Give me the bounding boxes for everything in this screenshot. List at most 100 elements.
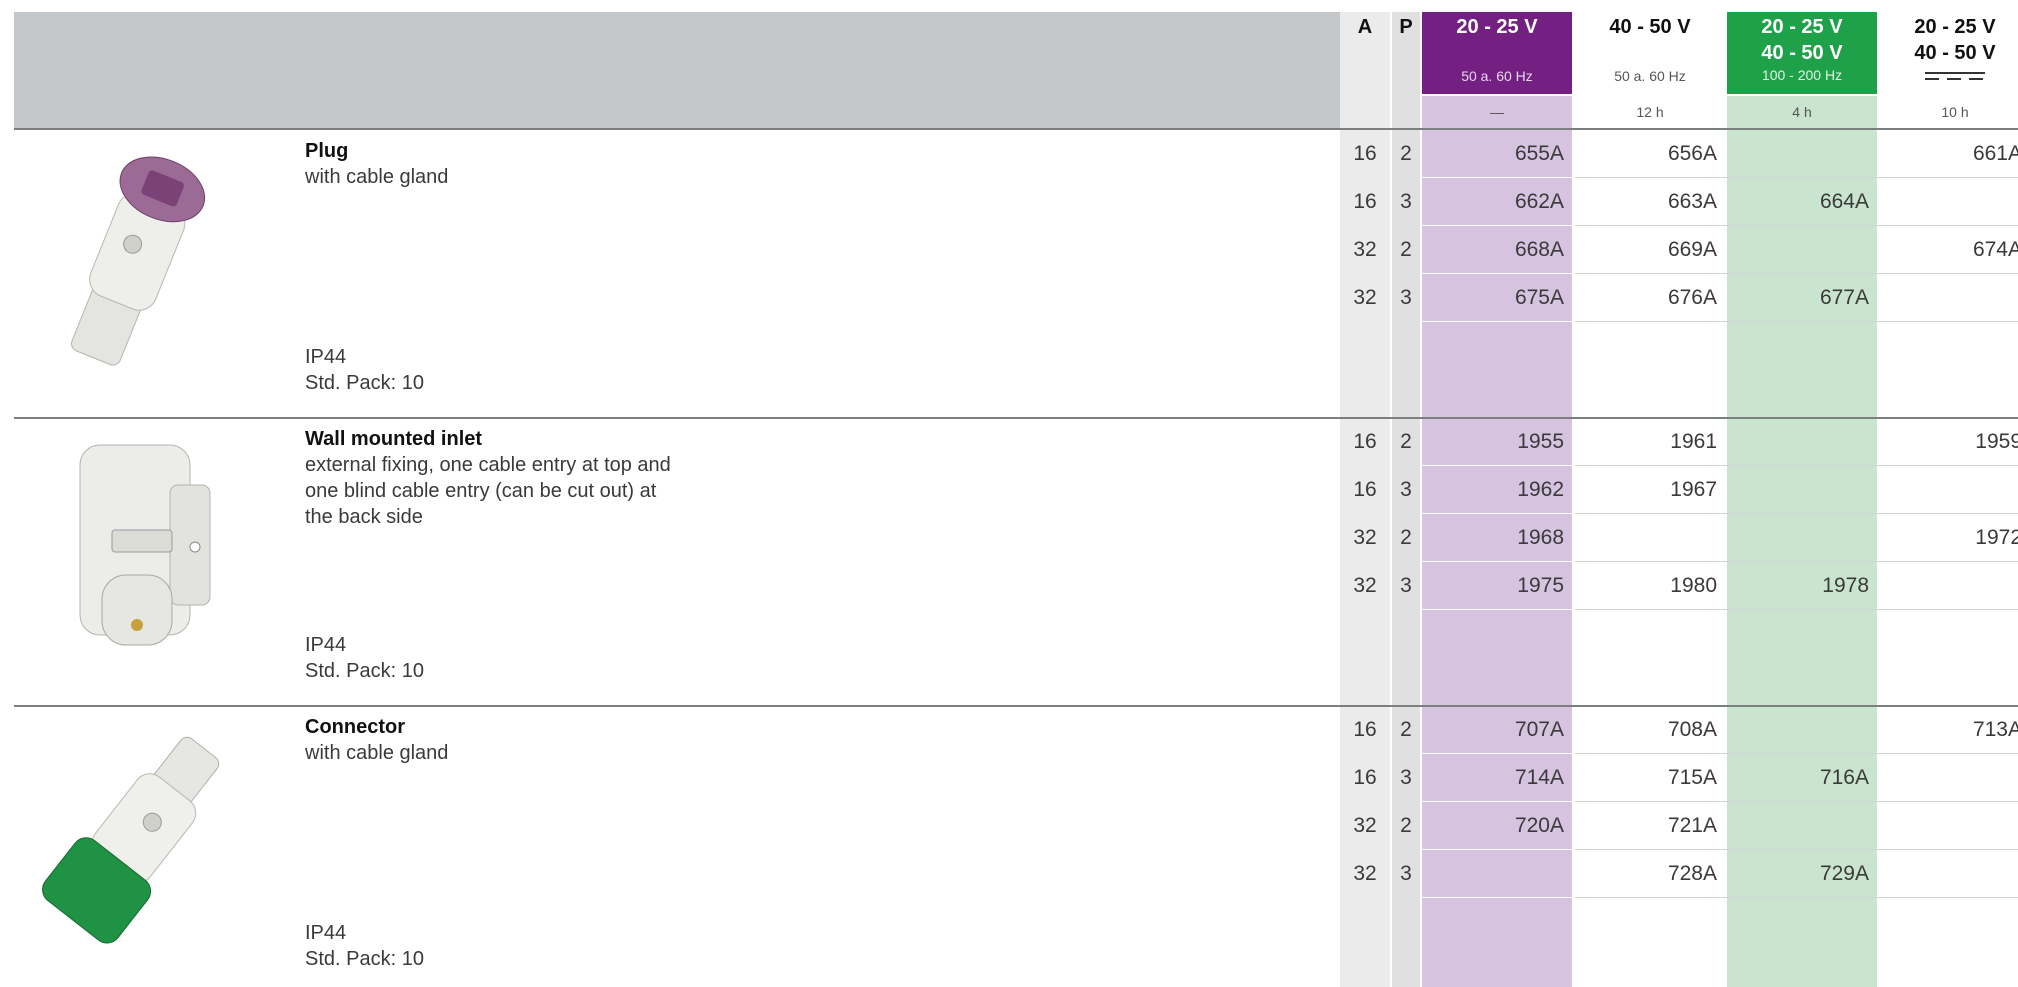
cell-ref-col4: [1880, 562, 2018, 610]
cell-ref-col3: [1727, 418, 1877, 466]
header-col4-voltage1: 20 - 25 V: [1914, 16, 1996, 38]
cell-poles: 2: [1400, 430, 1412, 453]
cell-amps: 32: [1353, 286, 1377, 309]
cell-ref-col3: 716A: [1819, 766, 1869, 789]
product-description: with cable gland: [305, 742, 449, 764]
header-col3: 20 - 25 V 40 - 50 V 100 - 200 Hz: [1727, 12, 1877, 94]
cell-poles: 3: [1400, 286, 1412, 309]
cell-amps: 16: [1353, 478, 1377, 501]
cell-ref-col3: [1727, 706, 1877, 754]
cell-ref-col4: [1880, 754, 2018, 802]
row-separator: [1422, 609, 1572, 610]
header-col4: 20 - 25 V 40 - 50 V: [1880, 12, 2018, 94]
row-separator: [1575, 897, 2018, 898]
cell-ref-col1: 707A: [1514, 718, 1564, 741]
cell-ref-col2: 715A: [1667, 766, 1717, 789]
cell-poles: 3: [1400, 862, 1412, 885]
row-separator: [1422, 321, 1572, 322]
cell-poles: 2: [1400, 814, 1412, 837]
cell-ref-col1: 1962: [1517, 478, 1564, 501]
time-col2: 12 h: [1636, 104, 1664, 120]
row-separator: [1422, 897, 1572, 898]
product-pack: Std. Pack: 10: [305, 660, 424, 682]
cell-ref-col2: 1980: [1670, 574, 1717, 597]
time-col1: —: [1490, 104, 1504, 120]
cell-poles: 2: [1400, 718, 1412, 741]
cell-ref-col2: [1575, 514, 1725, 562]
row-separator: [1575, 321, 2018, 322]
header-col2: 40 - 50 V 50 a. 60 Hz: [1575, 12, 1725, 94]
cell-ref-col4: [1880, 850, 2018, 898]
cell-ref-col4: 1959: [1975, 430, 2018, 453]
product-description-line: one blind cable entry (can be cut out) a…: [305, 480, 657, 502]
cell-ref-col1: 662A: [1514, 190, 1564, 213]
product-protection: IP44: [305, 346, 347, 368]
header-col4-voltage2: 40 - 50 V: [1914, 42, 1996, 64]
cell-ref-col2: 656A: [1667, 142, 1717, 165]
product-description-line: the back side: [305, 506, 423, 528]
product-pack: Std. Pack: 10: [305, 372, 424, 394]
cell-ref-col2: 1961: [1670, 430, 1717, 453]
cell-ref-col1: 668A: [1514, 238, 1564, 261]
cell-poles: 2: [1400, 526, 1412, 549]
cell-poles: 2: [1400, 142, 1412, 165]
cell-ref-col4: 1972: [1975, 526, 2018, 549]
header-col3-voltage2: 40 - 50 V: [1761, 42, 1843, 64]
green-connector-image: [42, 736, 220, 944]
cell-ref-col1: 1968: [1517, 526, 1564, 549]
cell-ref-col1: 720A: [1514, 814, 1564, 837]
cell-ref-col4: [1880, 274, 2018, 322]
cell-poles: 3: [1400, 190, 1412, 213]
cell-ref-col1: 1975: [1517, 574, 1564, 597]
header-col1: 20 - 25 V 50 a. 60 Hz: [1422, 12, 1572, 94]
product-description: with cable gland: [305, 166, 449, 188]
header-col3-voltage1: 20 - 25 V: [1761, 16, 1843, 38]
cell-ref-col1: [1422, 850, 1572, 898]
header-col2-freq: 50 a. 60 Hz: [1614, 68, 1686, 84]
cell-ref-col4: [1880, 802, 2018, 850]
cell-ref-col4: 661A: [1972, 142, 2018, 165]
cell-ref-col1: 655A: [1514, 142, 1564, 165]
time-col4: 10 h: [1941, 104, 1969, 120]
cell-ref-col4: [1880, 178, 2018, 226]
cell-poles: 3: [1400, 478, 1412, 501]
table-header-bar: [14, 12, 1340, 128]
cell-amps: 16: [1353, 766, 1377, 789]
cell-ref-col3: [1727, 226, 1877, 274]
row-separator: [1575, 609, 2018, 610]
cell-ref-col4: [1880, 466, 2018, 514]
time-col3: 4 h: [1792, 104, 1812, 120]
header-p: P: [1399, 16, 1413, 38]
product-description-line: external fixing, one cable entry at top …: [305, 454, 671, 476]
cell-ref-col4: 674A: [1972, 238, 2018, 261]
cell-amps: 16: [1353, 430, 1377, 453]
cell-ref-col2: 721A: [1667, 814, 1717, 837]
header-a: A: [1357, 16, 1373, 38]
cell-ref-col3: [1727, 514, 1877, 562]
cell-ref-col3: [1727, 130, 1877, 178]
cell-amps: 16: [1353, 190, 1377, 213]
cell-ref-col2: 708A: [1667, 718, 1717, 741]
cell-amps: 32: [1353, 814, 1377, 837]
cell-ref-col2: 663A: [1667, 190, 1717, 213]
cell-amps: 32: [1353, 862, 1377, 885]
product-name: Wall mounted inlet: [305, 428, 483, 450]
cell-ref-col3: 729A: [1819, 862, 1869, 885]
product-protection: IP44: [305, 922, 347, 944]
cell-ref-col3: [1727, 802, 1877, 850]
product-name: Plug: [305, 140, 349, 162]
cell-amps: 16: [1353, 142, 1377, 165]
cell-ref-col3: 664A: [1819, 190, 1869, 213]
cell-ref-col3: 677A: [1819, 286, 1869, 309]
cell-ref-col1: 675A: [1514, 286, 1564, 309]
cell-poles: 3: [1400, 574, 1412, 597]
product-protection: IP44: [305, 634, 347, 656]
header-col2-voltage: 40 - 50 V: [1609, 16, 1691, 38]
dc-symbol-icon: [1925, 72, 1985, 80]
cell-ref-col4: 713A: [1972, 718, 2018, 741]
cell-amps: 32: [1353, 526, 1377, 549]
cell-ref-col3: [1727, 466, 1877, 514]
cell-ref-col1: 1955: [1517, 430, 1564, 453]
cell-ref-col3: 1978: [1822, 574, 1869, 597]
product-name: Connector: [305, 716, 405, 738]
